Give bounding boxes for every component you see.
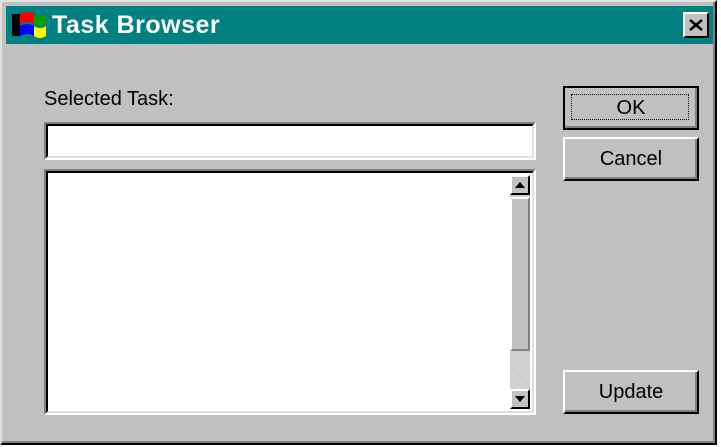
close-icon — [689, 19, 703, 31]
scroll-up-button[interactable] — [510, 175, 530, 195]
window-title: Task Browser — [52, 10, 221, 39]
vertical-scrollbar[interactable] — [510, 175, 530, 409]
title-bar[interactable]: Task Browser — [6, 6, 713, 44]
task-browser-window: Task Browser Selected Task: OK Cancel Up… — [0, 0, 717, 445]
update-button-label: Update — [598, 380, 664, 403]
selected-task-field-frame — [44, 122, 536, 160]
close-button[interactable] — [683, 12, 709, 38]
scrollbar-thumb[interactable] — [510, 197, 530, 351]
selected-task-input[interactable] — [50, 128, 530, 154]
task-list[interactable] — [44, 169, 536, 415]
windows-flag-icon — [10, 8, 48, 42]
cancel-button[interactable]: Cancel — [563, 137, 699, 181]
arrow-down-icon — [515, 396, 525, 402]
ok-button[interactable]: OK — [563, 86, 699, 130]
update-button[interactable]: Update — [563, 370, 699, 414]
scroll-down-button[interactable] — [510, 389, 530, 409]
selected-task-label: Selected Task: — [44, 88, 174, 110]
cancel-button-label: Cancel — [599, 147, 663, 170]
arrow-up-icon — [515, 182, 525, 188]
ok-button-label: OK — [616, 96, 646, 119]
